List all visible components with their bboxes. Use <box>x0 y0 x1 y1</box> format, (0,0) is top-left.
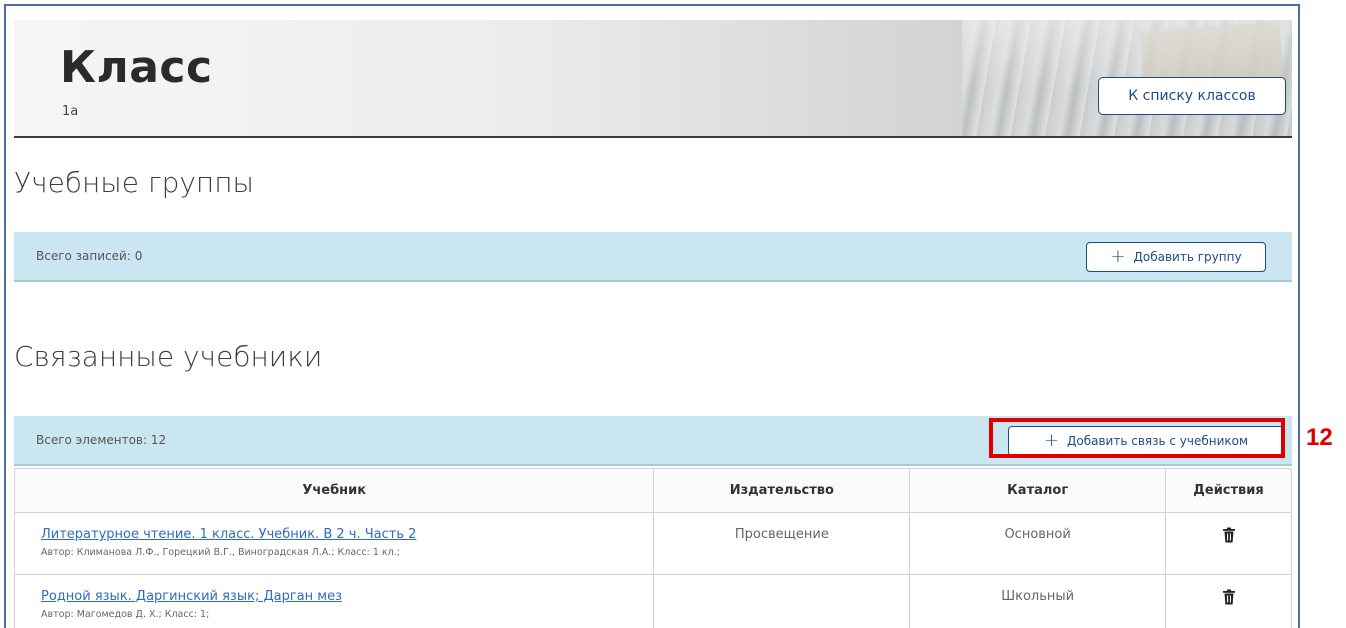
trash-icon[interactable] <box>1222 527 1236 543</box>
textbook-cell: Литературное чтение. 1 класс. Учебник. В… <box>13 512 655 575</box>
table-row: Родной язык. Даргинский язык; Дарган мез… <box>13 574 1292 628</box>
publisher-cell: Просвещение <box>653 512 911 575</box>
page-title: Класс <box>60 42 213 93</box>
column-header-catalog[interactable]: Каталог <box>909 468 1167 513</box>
annotation-number: 12 <box>1306 424 1333 451</box>
column-header-textbook[interactable]: Учебник <box>13 468 655 513</box>
textbook-meta: Автор: Климанова Л.Ф., Горецкий В.Г., Ви… <box>41 547 400 558</box>
catalog-cell: Основной <box>909 512 1167 575</box>
textbooks-table: Учебник Издательство Каталог Действия Ли… <box>13 468 1292 628</box>
groups-section-title: Учебные группы <box>14 166 254 199</box>
back-to-classes-button[interactable]: К списку классов <box>1098 77 1286 115</box>
column-header-publisher[interactable]: Издательство <box>653 468 911 513</box>
publisher-cell <box>653 574 911 628</box>
textbook-link[interactable]: Литературное чтение. 1 класс. Учебник. В… <box>41 527 653 542</box>
plus-icon: + <box>1110 246 1126 267</box>
textbook-link[interactable]: Родной язык. Даргинский язык; Дарган мез <box>41 589 653 604</box>
main-frame: Класс 1а К списку классов Учебные группы… <box>4 4 1300 628</box>
actions-cell <box>1165 512 1292 575</box>
table-row: Литературное чтение. 1 класс. Учебник. В… <box>13 512 1292 575</box>
textbooks-section-title: Связанные учебники <box>14 340 323 373</box>
textbook-meta: Автор: Магомедов Д. Х.; Класс: 1; <box>41 609 210 620</box>
column-header-actions: Действия <box>1165 468 1292 513</box>
annotation-highlight-box <box>989 418 1285 458</box>
groups-count: Всего записей: 0 <box>36 249 143 263</box>
add-group-label: Добавить группу <box>1133 250 1242 264</box>
textbooks-count: Всего элементов: 12 <box>36 433 167 447</box>
table-header-row: Учебник Издательство Каталог Действия <box>13 468 1292 513</box>
actions-cell <box>1165 574 1292 628</box>
trash-icon[interactable] <box>1222 589 1236 605</box>
class-name: 1а <box>62 104 79 119</box>
textbook-cell: Родной язык. Даргинский язык; Дарган мез… <box>13 574 655 628</box>
catalog-cell: Школьный <box>909 574 1167 628</box>
add-group-button[interactable]: + Добавить группу <box>1086 242 1266 272</box>
page-header: Класс 1а К списку классов <box>14 20 1292 138</box>
groups-toolbar: Всего записей: 0 + Добавить группу <box>14 232 1292 282</box>
